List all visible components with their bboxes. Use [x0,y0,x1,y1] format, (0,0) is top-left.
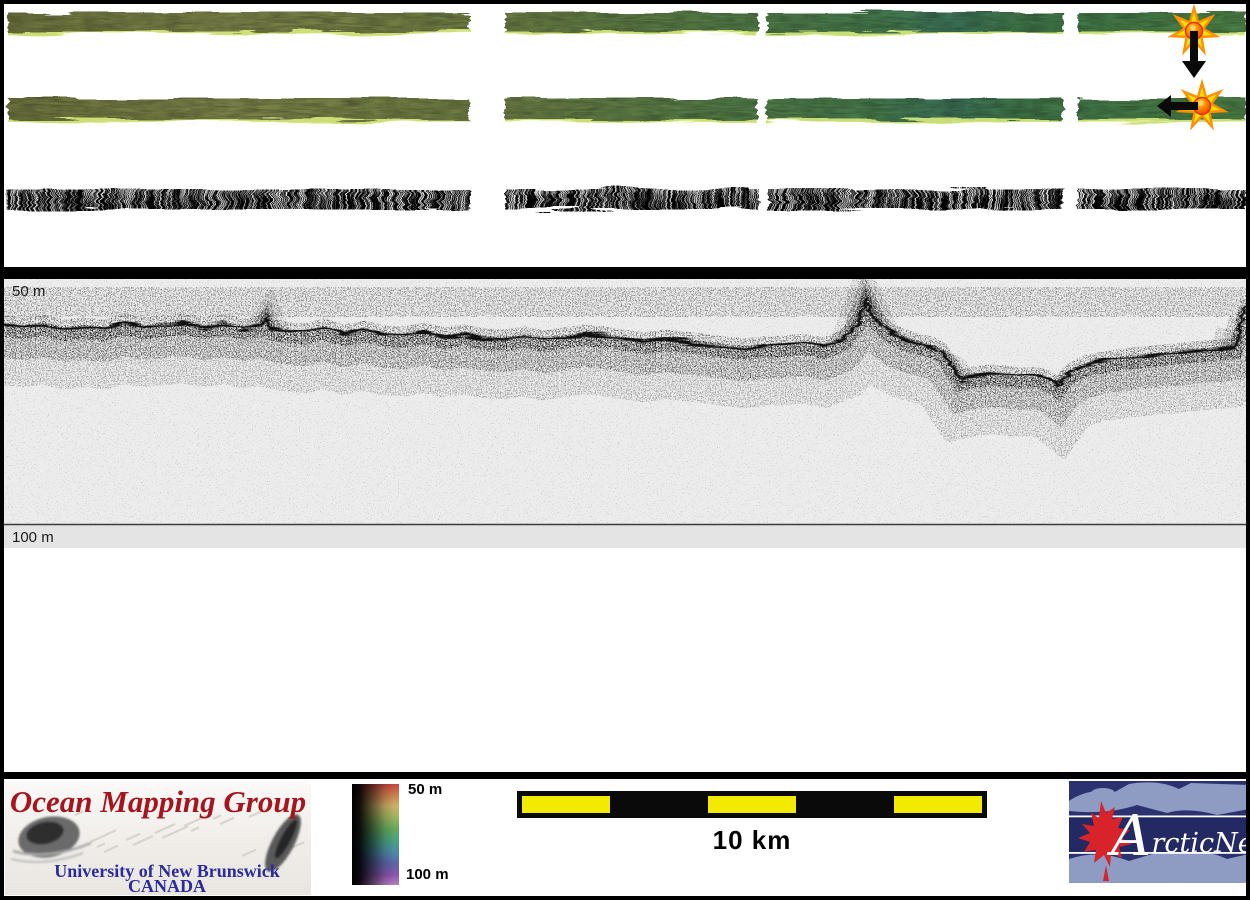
arcticnet-logo: ArcticNet [1067,779,1246,885]
depth-label-100m: 100 m [12,529,54,546]
seafloor-trace-group [4,279,1246,524]
scale-bar [517,791,987,818]
swath-strip-segment [505,188,759,210]
swath-strip-segment [1078,12,1246,35]
swath-strip-segment [8,98,470,123]
depth-colorbar [352,784,399,885]
swath-strip-segment [767,12,1063,35]
echogram-panel: 50 m 100 m [4,279,1246,772]
scale-bar-segment [894,796,982,813]
survey-composite-figure: 50 m 100 m Ocean Mapping Group Universit… [0,0,1250,900]
swath-strip-segment [505,12,758,35]
echogram-svg: 50 m 100 m [4,279,1246,772]
panel-divider-top [4,267,1246,279]
swath-strip-segment [769,188,1063,210]
swath-strip-segment [8,12,470,35]
echogram-below-data [4,548,1246,772]
omg-country: CANADA [128,876,206,895]
footer: Ocean Mapping Group University of New Br… [4,779,1246,896]
swath-panel [4,4,1246,267]
swath-svg [6,4,1246,210]
swath-strip-segment [766,98,1063,123]
colorbar-label-top: 50 m [408,781,443,798]
down-arrow-icon [1190,31,1198,63]
scale-bar-segment [522,796,610,813]
colorbar-label-bottom: 100 m [406,866,449,883]
depth-label-50m: 50 m [12,283,45,300]
swath-strip-segment [1078,188,1246,210]
swath-strip-segment [505,98,757,123]
panel-divider-bottom [4,772,1246,779]
omg-logo: Ocean Mapping Group University of New Br… [5,781,311,895]
scale-bar-label: 10 km [712,825,792,855]
echogram-100m-band [4,524,1246,548]
swath-strip-segment [6,188,470,210]
track-start-marker [1167,4,1221,78]
omg-title: Ocean Mapping Group [10,784,306,819]
left-arrow-icon [1170,102,1198,110]
scale-bar-segment [708,796,796,813]
